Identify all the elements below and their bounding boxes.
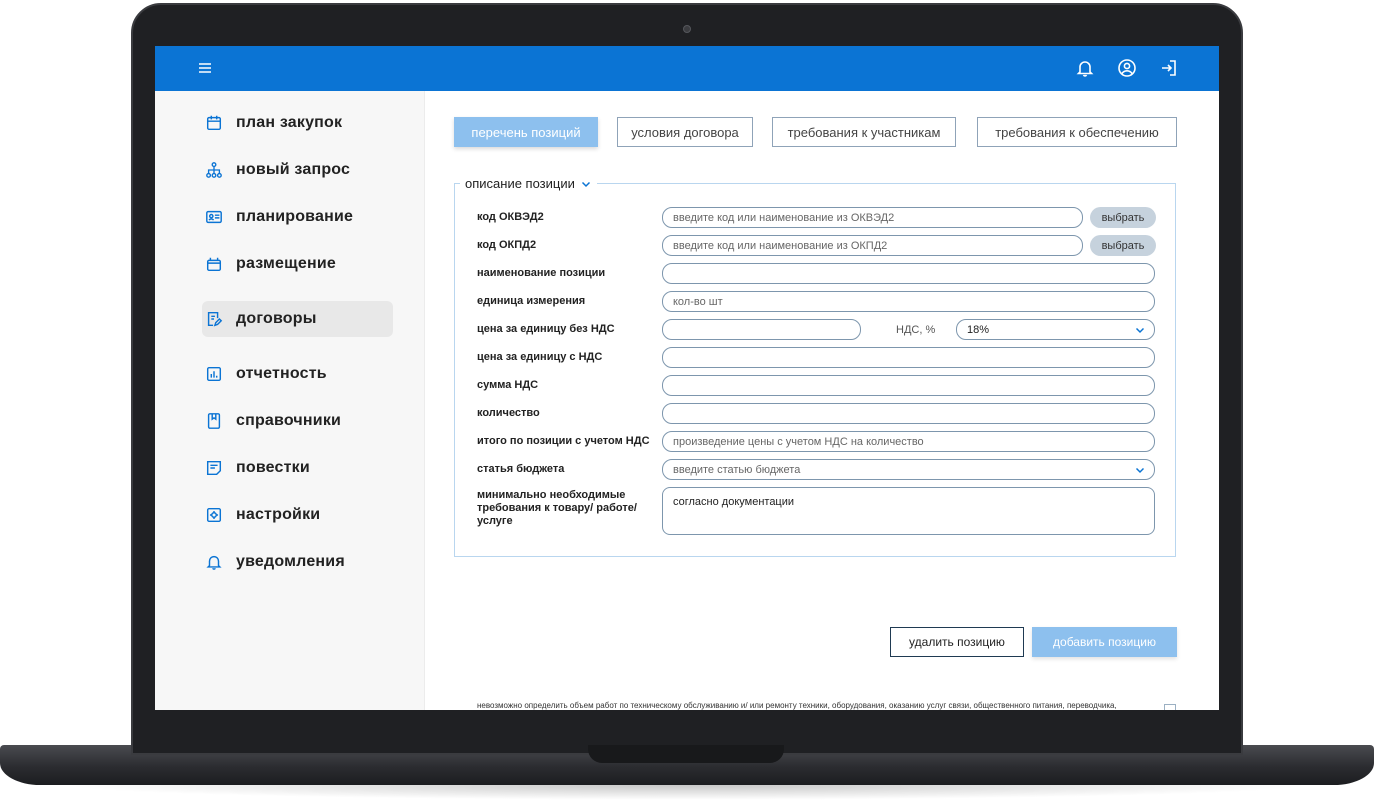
box-icon — [204, 254, 224, 274]
quantity-label: количество — [477, 407, 540, 419]
sidebar-item-label: размещение — [236, 255, 336, 272]
sidebar: план закупок новый запрос планирование р… — [155, 91, 425, 710]
sidebar-item-label: отчетность — [236, 365, 327, 382]
main-content: перечень позиций условия договора требов… — [426, 91, 1219, 710]
sidebar-item-placement[interactable]: размещение — [202, 246, 393, 282]
id-card-icon — [204, 207, 224, 227]
tab-security-requirements[interactable]: требования к обеспечению — [977, 117, 1177, 147]
sidebar-item-label: настройки — [236, 506, 321, 523]
okpd-select-button[interactable]: выбрать — [1090, 235, 1156, 256]
budget-placeholder: введите статью бюджета — [673, 463, 801, 476]
position-description-toggle[interactable]: описание позиции — [460, 176, 597, 191]
gear-icon — [204, 505, 224, 525]
sidebar-item-new-request[interactable]: новый запрос — [202, 152, 393, 188]
budget-label: статья бюджета — [477, 463, 565, 475]
sidebar-item-label: повестки — [236, 459, 310, 476]
legend-label: описание позиции — [465, 176, 575, 191]
price-gross-input[interactable] — [662, 347, 1155, 368]
budget-select[interactable]: введите статью бюджета — [662, 459, 1155, 480]
unit-input[interactable]: кол-во шт — [662, 291, 1155, 312]
sidebar-item-notifications[interactable]: уведомления — [202, 544, 393, 580]
calendar-icon — [204, 113, 224, 133]
bell-icon[interactable] — [1075, 58, 1095, 78]
logout-icon[interactable] — [1159, 58, 1179, 78]
sidebar-item-reports[interactable]: отчетность — [202, 356, 393, 392]
vat-label: НДС, % — [896, 324, 936, 336]
sidebar-item-planning[interactable]: планирование — [202, 199, 393, 235]
okved-input[interactable]: введите код или наименование из ОКВЭД2 — [662, 207, 1083, 228]
book-icon — [204, 411, 224, 431]
hierarchy-icon — [204, 160, 224, 180]
sidebar-item-label: новый запрос — [236, 161, 351, 178]
okpd-input[interactable]: введите код или наименование из ОКПД2 — [662, 235, 1083, 256]
sidebar-item-purchase-plan[interactable]: план закупок — [202, 105, 393, 141]
menu-icon[interactable] — [195, 58, 215, 78]
okpd-label: код ОКПД2 — [477, 239, 537, 251]
unit-label: единица измерения — [477, 295, 586, 307]
position-name-label: наименование позиции — [477, 267, 606, 279]
okved-label: код ОКВЭД2 — [477, 211, 544, 223]
bell-icon — [204, 552, 224, 572]
vat-sum-input[interactable] — [662, 375, 1155, 396]
price-net-input[interactable] — [662, 319, 861, 340]
sidebar-item-label: справочники — [236, 412, 342, 429]
okved-select-button[interactable]: выбрать — [1090, 207, 1156, 228]
sidebar-item-settings[interactable]: настройки — [202, 497, 393, 533]
tab-contract-terms[interactable]: условия договора — [617, 117, 753, 147]
laptop-camera — [683, 25, 691, 33]
scope-note-checkbox[interactable] — [1164, 704, 1176, 710]
scope-note: невозможно определить объем работ по тех… — [477, 701, 1117, 710]
delete-position-button[interactable]: удалить позицию — [890, 627, 1024, 657]
bar-chart-icon — [204, 364, 224, 384]
total-input[interactable]: произведение цены с учетом НДС на количе… — [662, 431, 1155, 452]
requirements-textarea[interactable]: согласно документации — [662, 487, 1155, 535]
vat-select[interactable]: 18% — [956, 319, 1155, 340]
sidebar-item-label: планирование — [236, 208, 354, 225]
chevron-down-icon — [581, 181, 590, 187]
position-name-input[interactable] — [662, 263, 1155, 284]
user-circle-icon[interactable] — [1117, 58, 1137, 78]
laptop-notch — [588, 745, 784, 763]
chevron-down-icon — [1134, 464, 1146, 476]
vat-sum-label: сумма НДС — [477, 379, 539, 391]
screen: план закупок новый запрос планирование р… — [155, 46, 1219, 710]
document-edit-icon — [204, 309, 224, 329]
tab-participant-requirements[interactable]: требования к участникам — [772, 117, 956, 147]
sidebar-item-contracts[interactable]: договоры — [202, 301, 393, 337]
tab-positions-list[interactable]: перечень позиций — [454, 117, 598, 147]
sidebar-item-agendas[interactable]: повестки — [202, 450, 393, 486]
sidebar-item-label: план закупок — [236, 114, 343, 131]
notes-icon — [204, 458, 224, 478]
price-net-label: цена за единицу без НДС — [477, 323, 615, 335]
vat-value: 18% — [967, 323, 990, 336]
total-label: итого по позиции с учетом НДС — [477, 435, 650, 447]
sidebar-item-directories[interactable]: справочники — [202, 403, 393, 439]
price-gross-label: цена за единицу с НДС — [477, 351, 603, 363]
requirements-label: минимально необходимые требования к това… — [477, 489, 637, 527]
add-position-button[interactable]: добавить позицию — [1032, 627, 1177, 657]
top-bar — [155, 46, 1219, 91]
chevron-down-icon — [1134, 324, 1146, 336]
sidebar-item-label: договоры — [236, 310, 317, 327]
quantity-input[interactable] — [662, 403, 1155, 424]
sidebar-item-label: уведомления — [236, 553, 345, 570]
